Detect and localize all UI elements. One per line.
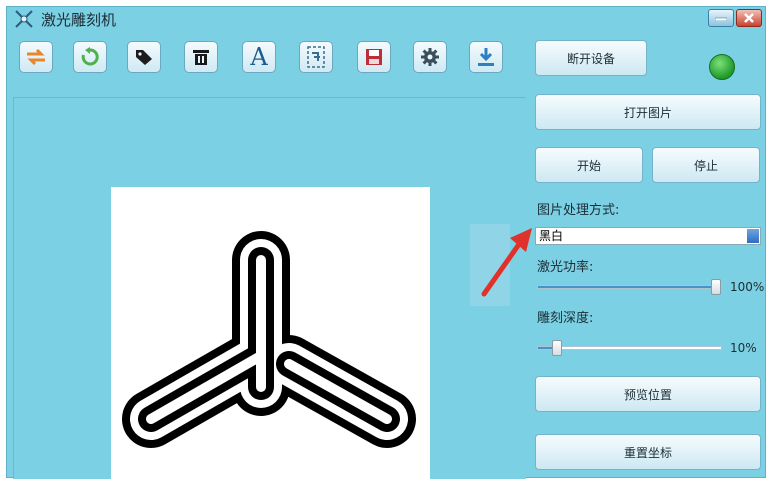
rotate-icon [81, 47, 99, 66]
open-image-button[interactable]: 打开图片 [535, 94, 761, 130]
title-bar: 激光雕刻机 [13, 7, 715, 31]
close-icon [744, 13, 754, 23]
engrave-depth-slider[interactable] [537, 346, 722, 350]
tag-icon [136, 50, 152, 65]
laser-app-icon [15, 10, 33, 28]
app-window: 激光雕刻机 A 断开设备 打开图片 开始 停止 图片处理方式: 黑白 激光功率:… [6, 6, 766, 482]
rotate-button[interactable] [73, 41, 107, 73]
crop-button[interactable] [299, 41, 333, 73]
text-button[interactable]: A [242, 41, 276, 73]
disconnect-button[interactable]: 断开设备 [535, 40, 647, 76]
laser-power-label: 激光功率: [537, 260, 594, 275]
minimize-button[interactable] [708, 9, 734, 27]
stop-button[interactable]: 停止 [652, 147, 760, 183]
trash-icon [193, 50, 209, 65]
swap-arrows-icon [27, 49, 45, 65]
settings-button[interactable] [413, 41, 447, 73]
engrave-depth-value: 10% [730, 341, 757, 355]
image-preview [111, 187, 430, 482]
save-icon [366, 49, 382, 65]
tag-button[interactable] [127, 41, 161, 73]
text-icon: A [250, 43, 268, 71]
crop-icon [307, 46, 325, 68]
processing-mode-select[interactable]: 黑白 [535, 227, 761, 245]
settings-icon [421, 48, 439, 66]
swap-button[interactable] [19, 41, 53, 73]
trefoil-knot-image [122, 231, 416, 448]
minimize-icon [715, 17, 727, 21]
reset-coordinates-button[interactable]: 重置坐标 [535, 434, 761, 470]
laser-power-slider[interactable] [537, 285, 722, 289]
connection-status-indicator [709, 54, 735, 80]
close-button[interactable] [736, 9, 762, 27]
save-button[interactable] [357, 41, 391, 73]
download-icon [478, 48, 494, 66]
laser-power-fill [538, 286, 721, 288]
start-button[interactable]: 开始 [535, 147, 643, 183]
annotation-arrow-icon [470, 224, 532, 306]
laser-power-value: 100% [730, 280, 765, 294]
delete-button[interactable] [184, 41, 218, 73]
engrave-depth-label: 雕刻深度: [537, 311, 594, 326]
chevron-down-icon [747, 229, 759, 243]
engrave-canvas[interactable] [13, 97, 526, 482]
preview-position-button[interactable]: 预览位置 [535, 376, 761, 412]
window-title: 激光雕刻机 [41, 10, 117, 29]
engrave-depth-thumb[interactable] [552, 340, 562, 356]
download-button[interactable] [469, 41, 503, 73]
processing-mode-value: 黑白 [539, 229, 564, 243]
processing-mode-label: 图片处理方式: [537, 203, 620, 218]
laser-power-thumb[interactable] [711, 279, 721, 295]
